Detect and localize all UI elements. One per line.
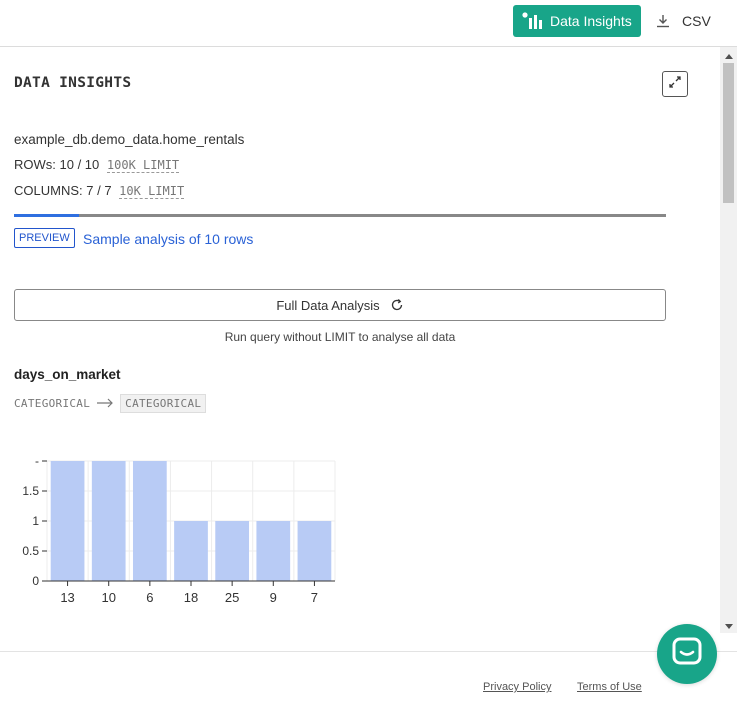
footer: Privacy Policy Terms of Use [0,651,737,711]
table-name: example_db.demo_data.home_rentals [14,132,245,147]
data-insights-button[interactable]: Data Insights [513,5,641,37]
bar-chart-icon [522,11,546,31]
rows-label: ROWs: [14,157,56,172]
bar-10[interactable] [91,461,126,581]
type-from: CATEGORICAL [14,396,91,410]
columns-info: COLUMNS: 7 / 7 10K LIMIT [14,183,185,199]
x-tick-label: 13 [60,590,74,605]
preview-badge: PREVIEW [14,228,75,248]
rows-info: ROWs: 10 / 10 100K LIMIT [14,157,180,173]
progress-fill [14,214,80,217]
column-type-row: CATEGORICAL CATEGORICAL [14,393,207,413]
bar-6[interactable] [132,461,167,581]
x-tick-label: 6 [146,590,153,605]
download-icon [656,13,672,29]
bar-18[interactable] [174,521,208,581]
x-tick-label: 7 [311,590,318,605]
privacy-policy-link[interactable]: Privacy Policy [483,681,551,693]
expand-button[interactable] [662,71,688,97]
full-analysis-label: Full Data Analysis [276,297,380,313]
bar-9[interactable] [256,521,291,581]
run-query-hint: Run query without LIMIT to analyse all d… [224,330,456,344]
arrow-right-icon [96,398,114,408]
columns-limit-link[interactable]: 10K LIMIT [119,184,185,199]
y-tick-label: 1 [32,514,39,528]
column-name: days_on_market [14,367,121,382]
expand-icon [668,75,682,94]
y-tick-label: - [35,454,39,468]
columns-label: COLUMNS: [14,183,83,198]
type-to-select[interactable]: CATEGORICAL [120,393,207,413]
columns-value: 7 / 7 [86,183,112,198]
data-insights-label: Data Insights [550,13,632,29]
y-tick-label: 1.5 [22,484,39,498]
scroll-thumb[interactable] [723,63,734,203]
rows-value: 10 / 10 [59,157,100,172]
y-tick-label: 0.5 [22,544,39,558]
refresh-icon [390,298,404,312]
x-tick-label: 10 [101,590,115,605]
scroll-up-icon[interactable] [720,49,737,63]
vertical-scrollbar[interactable] [720,47,737,633]
distribution-chart: 0 0.5 1 1.5 - 13 10 6 18 25 9 7 [0,447,360,617]
x-tick-label: 18 [184,590,198,605]
bar-25[interactable] [215,521,250,581]
panel-title: DATA INSIGHTS [14,75,132,91]
top-toolbar: Data Insights CSV [0,0,737,47]
csv-label: CSV [682,13,711,29]
x-tick-label: 9 [270,590,277,605]
scroll-down-icon[interactable] [720,619,737,633]
bar-7[interactable] [297,521,332,581]
chart-svg: 0 0.5 1 1.5 - 13 10 6 18 25 9 7 [22,454,336,605]
chat-icon [672,637,702,672]
full-data-analysis-button[interactable]: Full Data Analysis [14,289,666,321]
data-insights-panel: DATA INSIGHTS example_db.demo_data.home_… [0,47,720,633]
sample-analysis-text: Sample analysis of 10 rows [83,231,254,247]
x-tick-label: 25 [225,590,239,605]
terms-of-use-link[interactable]: Terms of Use [577,681,642,693]
rows-limit-link[interactable]: 100K LIMIT [106,158,180,173]
bar-13[interactable] [50,461,85,581]
csv-download-button[interactable]: CSV [656,11,711,31]
sample-progress-bar [14,214,666,217]
y-tick-label: 0 [32,574,39,588]
chat-launcher-button[interactable] [657,624,717,684]
